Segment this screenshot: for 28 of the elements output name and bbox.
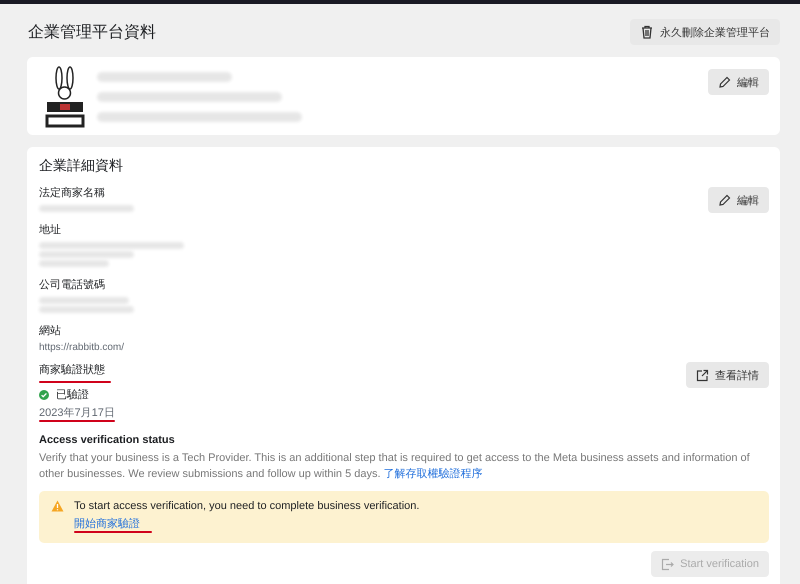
delete-button[interactable]: 永久刪除企業管理平台 xyxy=(630,19,780,45)
page-title: 企業管理平台資料 xyxy=(28,22,156,42)
field-label: 公司電話號碼 xyxy=(39,278,105,292)
field-label: 法定商家名稱 xyxy=(39,186,105,200)
start-business-verification-link[interactable]: 開始商家驗證 xyxy=(74,516,140,531)
learn-more-link[interactable]: 了解存取權驗證程序 xyxy=(384,468,483,480)
field-label: 地址 xyxy=(39,223,61,237)
verification-date: 2023年7月17日 xyxy=(39,406,115,420)
redacted-bar xyxy=(39,260,109,267)
rabbit-drawing xyxy=(43,66,87,128)
section-heading: Access verification status xyxy=(39,434,176,446)
pencil-icon xyxy=(718,194,731,206)
status-text: 已驗證 xyxy=(56,388,89,402)
trash-icon xyxy=(640,25,654,39)
pencil-icon xyxy=(718,76,731,88)
field-label: 商家驗證狀態 xyxy=(39,362,105,377)
edit-button[interactable]: 編輯 xyxy=(708,187,769,213)
warning-text: To start access verification, you need to complete business verification. xyxy=(74,500,420,512)
description-text: Verify that your business is a Tech Provider. This is an additional step that is required to get access to the Meta business assets and information of other businesses. We review submissions and follow up within 5 days. 了解存取權驗證程序 xyxy=(39,451,751,482)
external-link-icon xyxy=(696,368,709,382)
underline-mark xyxy=(39,381,111,383)
website-link[interactable]: https://rabbitb.com/ xyxy=(39,342,124,353)
exit-icon xyxy=(661,558,674,570)
details-button[interactable]: 查看詳情 xyxy=(686,362,769,388)
warning-icon xyxy=(51,500,64,512)
edit-button[interactable]: 編輯 xyxy=(708,69,769,95)
field-label: 網站 xyxy=(39,324,61,338)
section-title: 企業詳細資料 xyxy=(39,157,123,175)
